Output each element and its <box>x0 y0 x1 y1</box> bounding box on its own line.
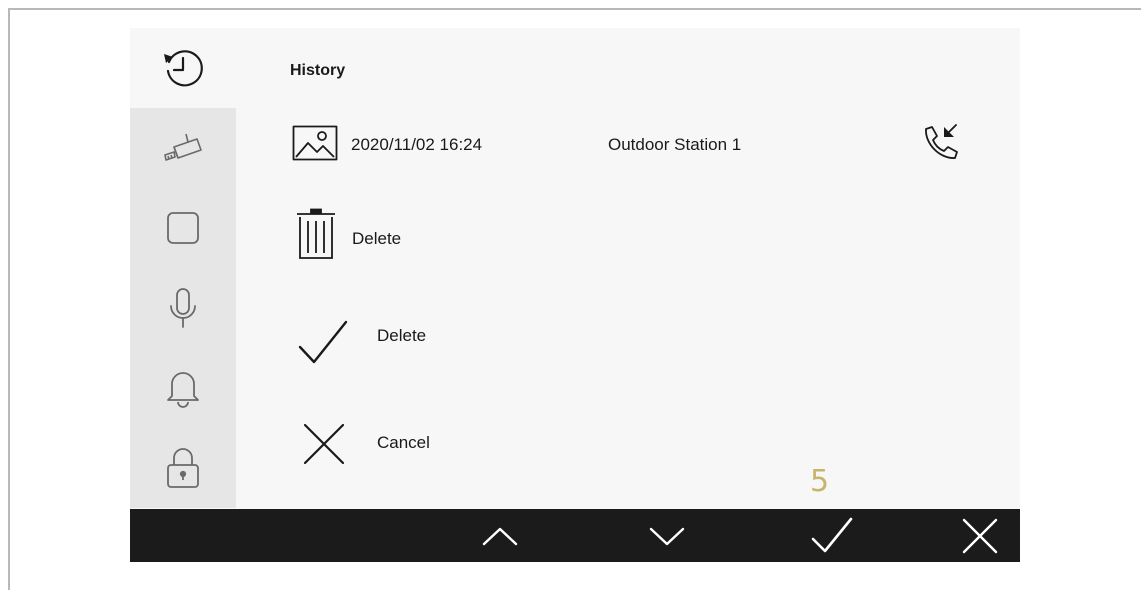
microphone-icon <box>170 288 196 328</box>
sidebar-item-screen[interactable] <box>130 188 236 268</box>
down-arrow-icon <box>649 527 685 545</box>
history-icon <box>164 50 203 87</box>
cancel-button[interactable]: Cancel <box>377 433 430 453</box>
bell-icon <box>167 372 199 408</box>
image-icon[interactable] <box>292 125 338 161</box>
bottom-bar <box>130 509 1020 562</box>
screen-frame-top <box>8 8 1141 10</box>
record-datetime: 2020/11/02 16:24 <box>351 135 483 154</box>
incoming-call-icon <box>925 124 958 159</box>
up-arrow-icon <box>482 527 518 545</box>
scroll-down-button[interactable] <box>627 509 707 562</box>
sidebar-item-microphone[interactable] <box>130 268 236 348</box>
check-icon[interactable] <box>297 319 349 369</box>
close-icon[interactable] <box>302 422 346 466</box>
selection-counter: 5 <box>810 464 830 499</box>
page-title: History <box>290 62 346 79</box>
sidebar-item-camera[interactable] <box>130 108 236 188</box>
content-area <box>236 28 1020 508</box>
confirm-delete-button[interactable]: Delete <box>377 326 426 346</box>
square-icon <box>167 212 199 244</box>
trash-icon <box>297 208 335 259</box>
confirm-button[interactable] <box>792 509 872 562</box>
sidebar <box>130 28 236 508</box>
sidebar-item-history[interactable] <box>130 28 236 108</box>
camera-icon <box>164 133 202 161</box>
lock-icon <box>167 448 199 488</box>
close-button[interactable] <box>940 509 1020 562</box>
screen-frame-left <box>8 8 10 590</box>
scroll-up-button[interactable] <box>460 509 540 562</box>
sidebar-item-lock[interactable] <box>130 428 236 508</box>
delete-label[interactable]: Delete <box>352 229 401 249</box>
check-icon <box>811 517 853 552</box>
record-source: Outdoor Station 1 <box>608 135 742 154</box>
close-icon <box>962 518 998 553</box>
sidebar-item-bell[interactable] <box>130 348 236 428</box>
